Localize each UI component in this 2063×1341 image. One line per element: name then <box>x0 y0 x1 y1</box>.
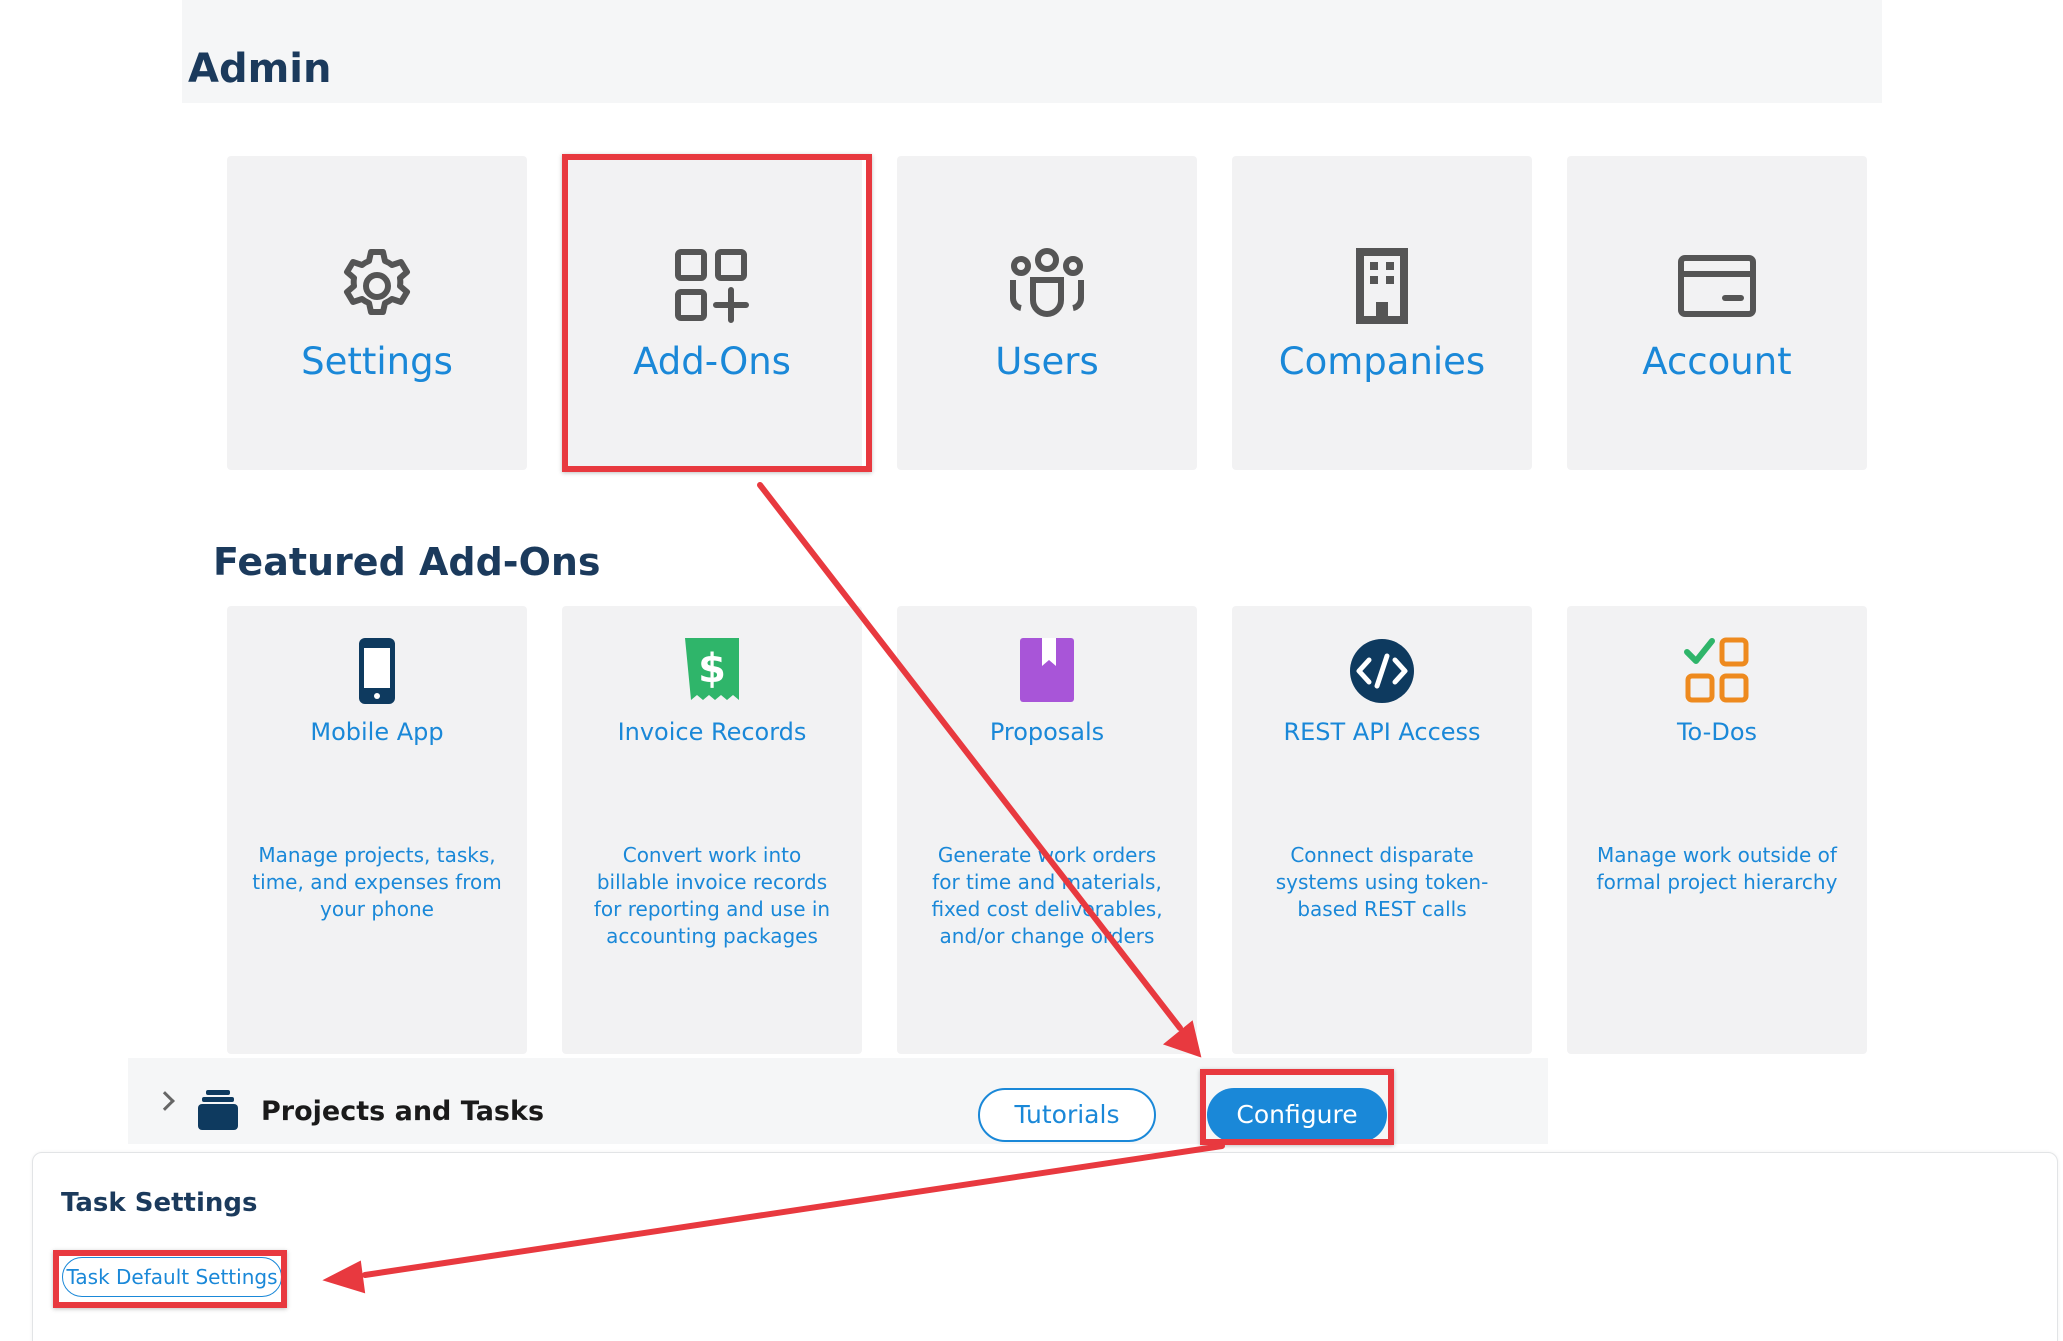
feature-name: Invoice Records <box>617 718 807 746</box>
tile-label: Companies <box>1278 340 1486 383</box>
feature-description: Manage work outside of formal project hi… <box>1596 843 1838 894</box>
task-default-highlight <box>53 1250 287 1308</box>
feature-card-invoice-records[interactable]: $ Invoice Records Convert work into bill… <box>562 606 862 1054</box>
feature-description: Generate work orders for time and materi… <box>931 843 1163 948</box>
users-icon <box>1010 248 1084 317</box>
stack-icon <box>198 1090 238 1130</box>
building-icon <box>1356 248 1408 324</box>
tutorials-button[interactable]: Tutorials <box>978 1088 1156 1142</box>
phone-icon <box>359 638 395 704</box>
task-settings-panel <box>32 1152 2058 1341</box>
feature-description: Convert work into billable invoice recor… <box>593 843 831 948</box>
tile-users[interactable]: Users <box>897 156 1197 470</box>
feature-card-todos[interactable]: To-Dos Manage work outside of formal pro… <box>1567 606 1867 1054</box>
add-ons-highlight <box>562 154 872 472</box>
credit-card-icon <box>1678 255 1756 317</box>
featured-title: Featured Add-Ons <box>213 540 601 584</box>
admin-header <box>182 0 1882 103</box>
feature-description: Manage projects, tasks, time, and expens… <box>252 843 502 921</box>
feature-name: To-Dos <box>1676 718 1758 746</box>
book-icon <box>1020 638 1074 702</box>
page-title: Admin <box>188 46 332 92</box>
feature-card-mobile-app[interactable]: Mobile App Manage projects, tasks, time,… <box>227 606 527 1054</box>
svg-text:$: $ <box>698 646 726 692</box>
feature-card-proposals[interactable]: Proposals Generate work orders for time … <box>897 606 1197 1054</box>
tile-label: Settings <box>301 340 453 383</box>
code-icon <box>1350 639 1414 703</box>
feature-card-rest-api[interactable]: REST API Access Connect disparate system… <box>1232 606 1532 1054</box>
tile-settings[interactable]: Settings <box>227 156 527 470</box>
tile-label: Users <box>995 340 1099 383</box>
feature-name: REST API Access <box>1283 718 1481 746</box>
gear-icon <box>344 249 410 315</box>
projects-title: Projects and Tasks <box>261 1096 545 1127</box>
tile-account[interactable]: Account <box>1567 156 1867 470</box>
feature-description: Connect disparate systems using token-ba… <box>1275 843 1489 921</box>
task-settings-title: Task Settings <box>61 1188 258 1218</box>
tile-label: Account <box>1642 340 1792 383</box>
feature-name: Proposals <box>989 718 1105 746</box>
tile-companies[interactable]: Companies <box>1232 156 1532 470</box>
todo-icon <box>1684 637 1749 703</box>
dollar-receipt-icon: $ <box>685 638 739 700</box>
feature-name: Mobile App <box>310 718 444 746</box>
configure-highlight <box>1200 1069 1394 1145</box>
